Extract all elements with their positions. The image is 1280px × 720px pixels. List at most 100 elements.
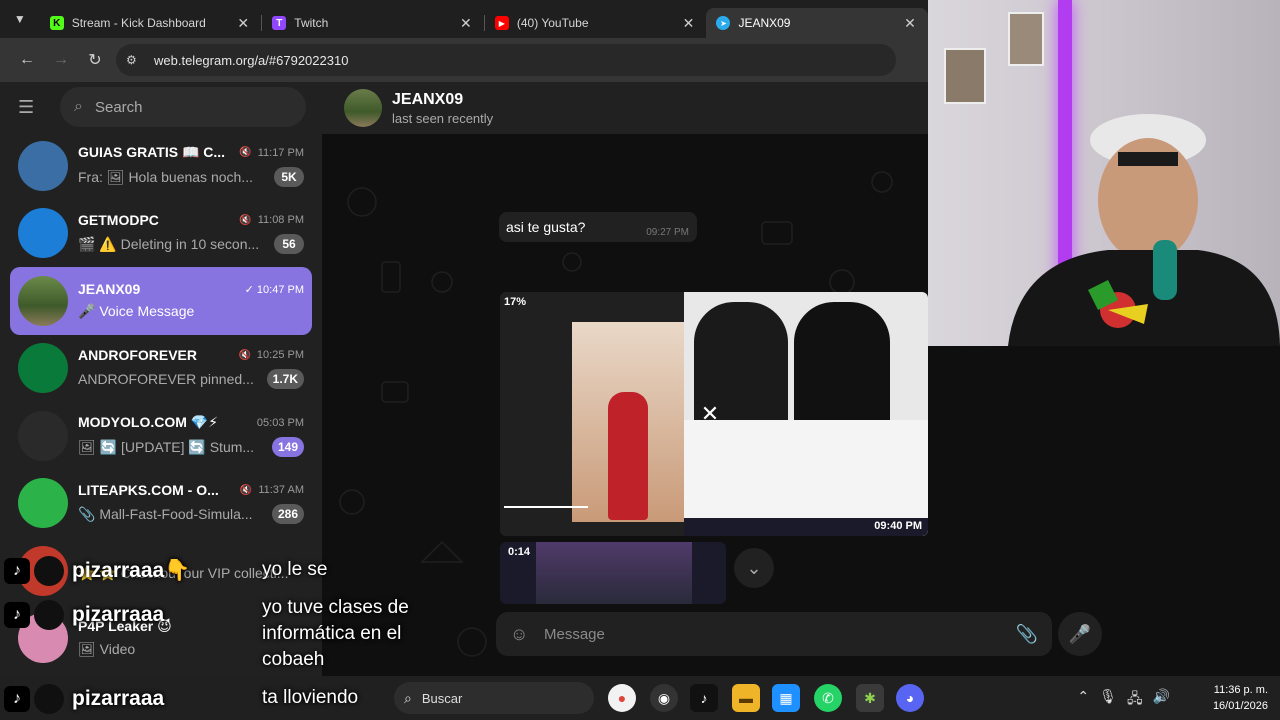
muted-icon: 🔇: [239, 147, 252, 159]
clock-time: 11:36 p. m.: [1213, 684, 1268, 696]
muted-icon: 🔇: [238, 349, 251, 361]
telegram-icon: ➤: [716, 16, 731, 30]
tab-youtube[interactable]: ▶ (40) YouTube ✕: [485, 8, 707, 38]
chat-name: MODYOLO.COM 💎⚡: [78, 414, 219, 431]
video-progress: 17%: [504, 296, 527, 308]
video-message-2[interactable]: 0:14: [500, 542, 726, 604]
avatar: [18, 410, 68, 461]
tab-label: JEANX09: [738, 16, 791, 30]
overlay-chat-line: ♪ pizarraaa: [4, 684, 164, 714]
tab-label: Stream - Kick Dashboard: [71, 16, 206, 30]
clock[interactable]: 11:36 p. m. 16/01/2026: [1213, 682, 1268, 714]
app-icon[interactable]: ✱: [856, 684, 884, 712]
discord-icon[interactable]: ◕: [896, 684, 924, 712]
wall-photo: [1008, 12, 1044, 66]
unread-badge: 149: [271, 437, 304, 458]
close-icon[interactable]: ✕: [902, 15, 918, 32]
message-time: 09:40 PM: [874, 520, 922, 532]
chat-name: LITEAPKS.COM - O...: [78, 482, 219, 499]
network-icon[interactable]: 🖧: [1127, 688, 1143, 712]
kick-icon: K: [49, 16, 64, 30]
forward-arrow-icon[interactable]: →: [44, 43, 78, 77]
unread-badge: 286: [271, 504, 304, 525]
unread-badge: 56: [274, 234, 304, 255]
avatar: [34, 556, 64, 586]
muted-icon: 🔇: [239, 484, 253, 496]
chat-status: last seen recently: [392, 110, 494, 126]
avatar: [18, 140, 68, 191]
url-bar[interactable]: ⚙ web.telegram.org/a/#6792022310: [116, 44, 896, 76]
message-time: 09:27 PM: [646, 227, 689, 238]
avatar: [18, 478, 68, 529]
scroll-down-icon[interactable]: ⌄: [734, 548, 774, 588]
chat-item-getmodpc[interactable]: GETMODPC 🔇 11:08 PM 🎬 ⚠️ Deleting in 10 …: [10, 200, 312, 268]
video-thumbnail-left: [500, 292, 684, 536]
obs-icon[interactable]: ◉: [650, 684, 678, 712]
taskbar-search[interactable]: ⌕ Buscar: [394, 682, 594, 714]
taskbar: ⌕ Buscar ● ◉ ♪ ▬ ▦ ✆ ✱ ◕ ⌃ 🎙 🖧 🔊 11:36 p…: [0, 676, 1280, 720]
chat-item-modyolo[interactable]: MODYOLO.COM 💎⚡ 05:03 PM 🖼 🔄 [UPDATE] 🔄 S…: [10, 402, 312, 470]
chat-name: ANDROFOREVER: [78, 347, 198, 364]
microphone-icon[interactable]: 🎙: [1099, 688, 1117, 712]
message-bubble[interactable]: asi te gusta? 09:27 PM: [499, 212, 697, 242]
emoji-icon[interactable]: ☺: [510, 624, 538, 645]
microphone-icon[interactable]: 🎤: [1058, 612, 1102, 656]
attach-icon[interactable]: 📎: [1016, 624, 1038, 645]
youtube-icon: ▶: [494, 16, 509, 30]
tab-label: Twitch: [294, 16, 329, 30]
site-settings-icon[interactable]: ⚙: [126, 53, 148, 67]
muted-icon: 🔇: [239, 214, 252, 226]
webcam-overlay: [928, 0, 1280, 346]
overlay-chat-message: ta lloviendo: [262, 687, 359, 708]
url-text: web.telegram.org/a/#6792022310: [154, 52, 349, 68]
tab-kick[interactable]: K Stream - Kick Dashboard ✕: [40, 8, 262, 38]
chat-item-liteapks[interactable]: LITEAPKS.COM - O... 🔇 11:37 AM 📎 Mall-Fa…: [10, 470, 312, 538]
video-message[interactable]: 17% ✕ 09:40 PM: [500, 292, 928, 536]
whatsapp-icon[interactable]: ✆: [814, 684, 842, 712]
video-thumbnail: [536, 542, 692, 604]
menu-icon[interactable]: ☰: [18, 97, 48, 118]
overlay-chat-user: pizarraaa: [72, 687, 165, 710]
tiktok-icon[interactable]: ♪: [690, 684, 718, 712]
search-placeholder: Search: [94, 98, 143, 116]
chat-name: GUIAS GRATIS 📖 C...: [78, 144, 226, 161]
overlay-chat-message: yo tuve clases de informática en el coba…: [262, 597, 409, 670]
reload-icon[interactable]: ↻: [78, 43, 112, 77]
message-input[interactable]: ☺ Message 📎: [496, 612, 1052, 656]
file-explorer-icon[interactable]: ▬: [732, 684, 760, 712]
chat-item-jeanx09[interactable]: JEANX09 ✓ 10:47 PM 🎤 Voice Message: [10, 267, 312, 335]
unread-badge: 1.7K: [266, 369, 304, 390]
avatar: [18, 343, 68, 394]
volume-icon[interactable]: 🔊: [1153, 688, 1170, 712]
chrome-icon[interactable]: ●: [608, 684, 636, 712]
taskbar-search-label: Buscar: [421, 690, 463, 706]
chat-header[interactable]: JEANX09 last seen recently: [322, 82, 928, 134]
chat-time: 11:17 PM: [257, 146, 304, 159]
chat-preview: Fra: 🖼 Hola buenas noch...: [78, 168, 253, 185]
store-icon[interactable]: ▦: [772, 684, 800, 712]
close-icon[interactable]: ✕: [680, 15, 696, 32]
tab-telegram[interactable]: ➤ JEANX09 ✕: [706, 8, 929, 38]
streamer-figure: [1008, 114, 1280, 346]
tab-twitch[interactable]: T Twitch ✕: [262, 8, 484, 38]
chat-preview: ANDROFOREVER pinned...: [78, 371, 254, 388]
close-icon[interactable]: ✕: [692, 400, 728, 428]
unread-badge: 5K: [274, 167, 304, 188]
wall-photo: [944, 48, 986, 104]
avatar[interactable]: [344, 89, 382, 127]
chevron-up-icon[interactable]: ⌃: [1077, 688, 1089, 712]
chat-preview: 🖼 🔄 [UPDATE] 🔄 Stum...: [78, 438, 255, 455]
chat-name: GETMODPC: [78, 212, 159, 229]
close-icon[interactable]: ✕: [458, 15, 474, 32]
tab-search-chevron-icon[interactable]: ▼: [0, 0, 40, 38]
browser-tab-strip: ▼ K Stream - Kick Dashboard ✕ T Twitch ✕…: [0, 0, 929, 38]
chat-item-androforever[interactable]: ANDROFOREVER 🔇 10:25 PM ANDROFOREVER pin…: [10, 335, 312, 403]
close-icon[interactable]: ✕: [235, 15, 251, 32]
video-duration: 0:14: [508, 546, 531, 558]
chat-preview: 🎤 Voice Message: [78, 303, 195, 320]
message-placeholder: Message: [544, 625, 605, 643]
chat-item-guias-gratis[interactable]: GUIAS GRATIS 📖 C... 🔇 11:17 PM Fra: 🖼 Ho…: [10, 132, 312, 200]
back-arrow-icon[interactable]: ←: [10, 43, 44, 77]
chat-time: 05:03 PM: [256, 416, 304, 429]
search-input[interactable]: ⌕ Search: [60, 87, 306, 127]
